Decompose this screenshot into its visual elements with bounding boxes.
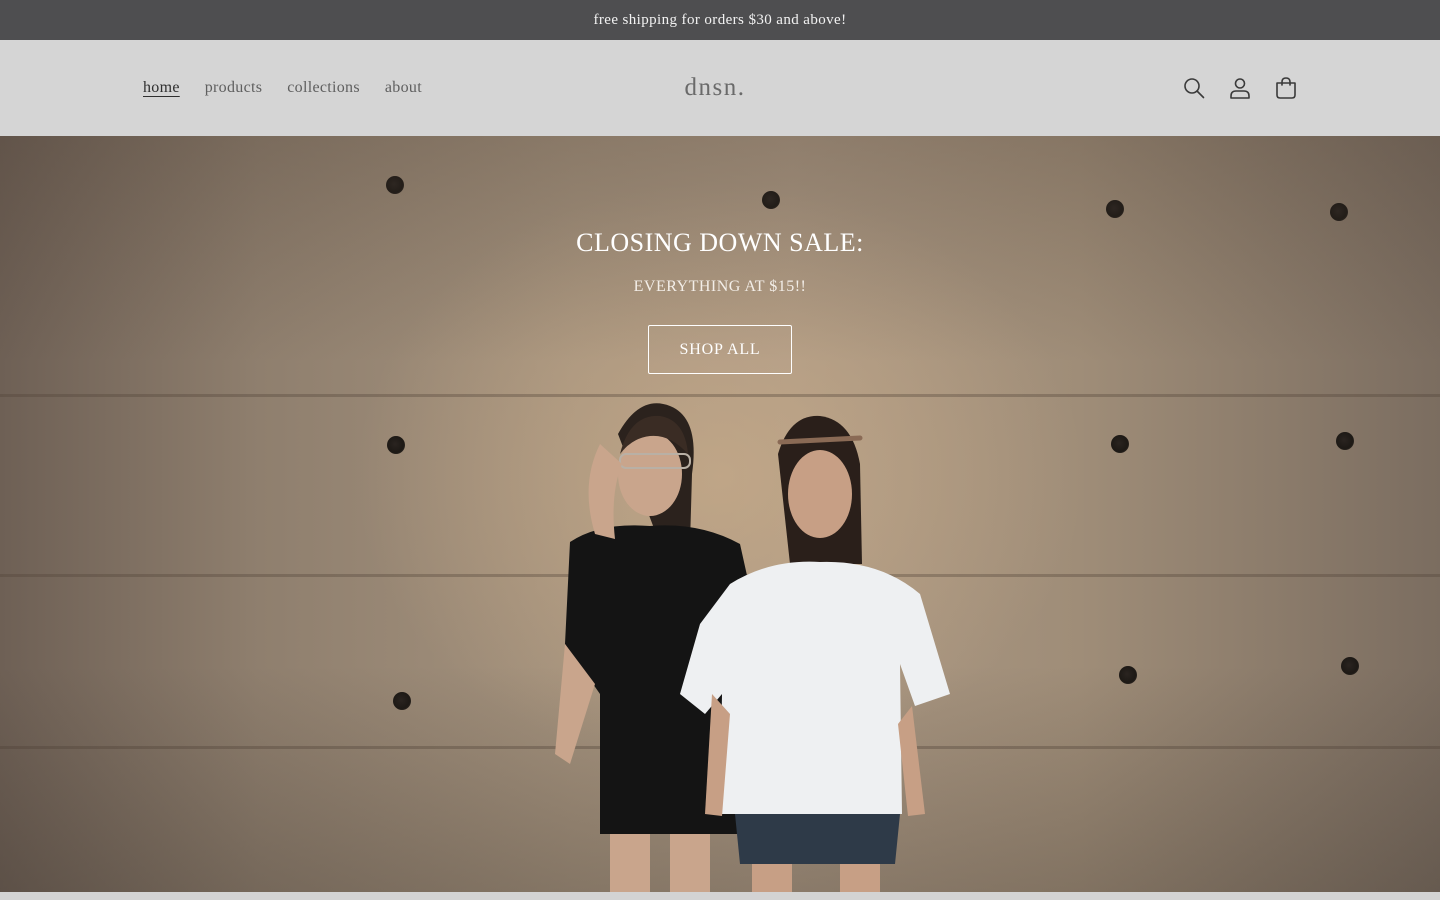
cart-icon[interactable] xyxy=(1274,76,1298,100)
account-icon[interactable] xyxy=(1228,76,1252,100)
shop-all-button[interactable]: SHOP ALL xyxy=(648,325,792,374)
search-icon[interactable] xyxy=(1182,76,1206,100)
hero-subtitle: EVERYTHING AT $15!! xyxy=(633,278,807,295)
header-icons xyxy=(1182,40,1298,136)
page-bottom-strip xyxy=(0,892,1440,900)
hero-title: CLOSING DOWN SALE: xyxy=(576,228,864,257)
announcement-text: free shipping for orders $30 and above! xyxy=(593,11,847,28)
hero-banner: CLOSING DOWN SALE: EVERYTHING AT $15!! S… xyxy=(0,136,1440,892)
announcement-bar: free shipping for orders $30 and above! xyxy=(0,0,1440,40)
hero-models-image xyxy=(555,403,950,892)
site-header: home products collections about dnsn. xyxy=(0,40,1440,136)
